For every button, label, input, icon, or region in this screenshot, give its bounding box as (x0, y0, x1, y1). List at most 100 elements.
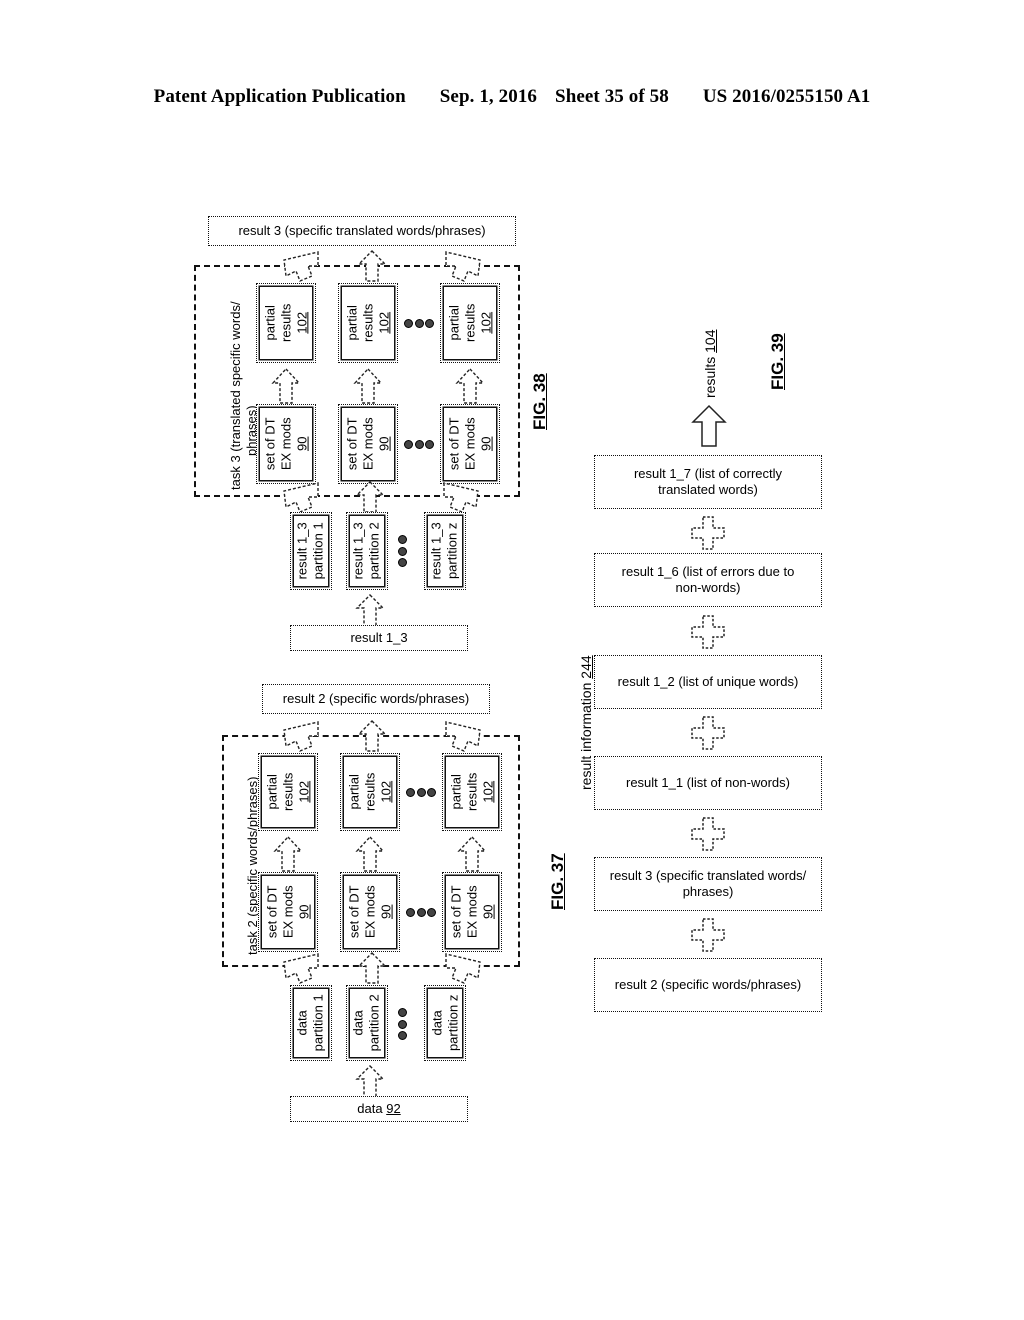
fig38-partition-ellipsis (398, 535, 407, 567)
header-number: US 2016/0255150 A1 (702, 86, 871, 107)
fig37-arrow-pr2-to-result (357, 720, 387, 752)
fig39-plus-connector-4 (690, 816, 726, 857)
fig38-result-partition-box-2: result 1_3 partition 2 (346, 512, 388, 590)
fig39-result-information-text: result information (578, 678, 594, 790)
fig38-dtex-mods-box-2: set of DT EX mods 90 (338, 404, 398, 484)
fig38-figure-label: FIG. 38 (530, 373, 549, 430)
fig38-partial-results-2-ref: 102 (375, 312, 391, 334)
fig37-partial-results-z-ref: 102 (479, 781, 495, 803)
fig37-arrow-part2-to-mod2 (357, 952, 387, 984)
fig38-result-partition-2-line2: partition 2 (367, 522, 382, 580)
fig39-box-result-1-2: result 1_2 (list of unique words) (594, 655, 822, 709)
fig38-arrow-mod1-to-pr1 (271, 367, 301, 404)
fig37-dtex-2-line1: set of DT (346, 885, 362, 939)
fig38-result-partition-box-1: result 1_3 partition 1 (290, 512, 332, 590)
fig38-partial-results-1-line1: partial (262, 305, 278, 341)
fig37-partial-results-2-line2: results (362, 772, 378, 812)
fig39-plus-connector-3 (690, 715, 726, 756)
header-sheet: Sheet 35 of 58 (555, 86, 669, 107)
fig38-dtex-1-line1: set of DT (262, 417, 278, 471)
fig37-partial-results-box-2: partial results 102 (340, 753, 400, 831)
fig37-arrow-pr1-to-result (278, 720, 320, 752)
fig37-data-source-label: data (357, 1100, 387, 1116)
fig37-data-partition-1-line2: partition 1 (311, 994, 326, 1052)
fig37-data-partition-box-z: data partition z (424, 985, 466, 1061)
fig37-dtex-z-ref: 90 (479, 904, 495, 920)
fig37-partial-results-1-line1: partial (264, 774, 280, 810)
fig37-data-partition-1-line1: data (295, 1010, 311, 1036)
fig37-arrow-mod1-to-pr1 (273, 835, 303, 872)
fig37-dtex-1-ref: 90 (295, 904, 311, 920)
fig38-dtex-2-line2: EX mods (360, 417, 376, 471)
fig37-dtex-mods-box-2: set of DT EX mods 90 (340, 872, 400, 952)
fig37-dtex-mods-box-1: set of DT EX mods 90 (258, 872, 318, 952)
fig37-data-partition-2-line1: data (351, 1010, 367, 1036)
fig37-partial-results-2-line1: partial (346, 774, 362, 810)
fig37-arrow-modz-to-prz (457, 835, 487, 872)
fig38-partial-results-1-line2: results (278, 303, 294, 343)
fig38-arrow-source-to-partitions (355, 594, 385, 628)
fig38-arrow-part1-to-mod1 (278, 481, 320, 513)
fig37-partial-results-ellipsis (406, 788, 436, 797)
fig37-partial-results-box-z: partial results 102 (442, 753, 502, 831)
fig37-dtex-2-ref: 90 (377, 904, 393, 920)
fig38-dtex-mods-box-1: set of DT EX mods 90 (256, 404, 316, 484)
fig38-dtex-2-ref: 90 (375, 436, 391, 452)
fig39-box-result-1-7: result 1_7 (list of correctly translated… (594, 455, 822, 509)
fig37-partial-results-z-line2: results (464, 772, 480, 812)
page-header: Patent Application Publication Sep. 1, 20… (0, 86, 1024, 108)
fig37-dtex-2-line2: EX mods (362, 885, 378, 939)
fig38-result-partition-1-line2: partition 1 (311, 522, 326, 580)
fig38-arrow-mod2-to-pr2 (353, 367, 383, 404)
fig38-arrow-pr1-to-result (278, 250, 320, 282)
fig38-partial-results-2-line1: partial (344, 305, 360, 341)
fig38-result-partition-2-line1: result 1_3 (351, 522, 367, 580)
fig38-result-partition-1-line1: result 1_3 (295, 522, 311, 580)
fig39-box-result-2-line1: result 2 (specific words/phrases) (614, 976, 802, 992)
fig38-result13-source-box: result 1_3 (290, 625, 468, 651)
fig37-partial-results-2-ref: 102 (377, 781, 393, 803)
fig39-box-result-1-1: result 1_1 (list of non-words) (594, 756, 822, 810)
fig37-data-source-ref: 92 (386, 1100, 401, 1116)
fig37-dtex-mods-box-z: set of DT EX mods 90 (442, 872, 502, 952)
fig39-plus-connector-1 (690, 515, 726, 556)
fig39-box-result-1-6-line1: result 1_6 (list of errors due to (621, 563, 795, 579)
fig39-box-result-1-6: result 1_6 (list of errors due to non-wo… (594, 553, 822, 607)
fig37-partial-results-1-ref: 102 (295, 781, 311, 803)
header-publication: Patent Application Publication (153, 86, 406, 107)
fig39-box-result-2: result 2 (specific words/phrases) (594, 958, 822, 1012)
fig39-box-result-1-7-line2: translated words) (658, 482, 758, 497)
fig38-dtex-mods-box-z: set of DT EX mods 90 (440, 404, 500, 484)
fig38-partial-results-box-z: partial results 102 (440, 283, 500, 363)
fig39-box-result-3-line2: phrases) (682, 884, 734, 899)
fig39-results-output-ref: 104 (702, 329, 718, 353)
fig39-plus-connector-5 (690, 917, 726, 958)
fig38-dtex-z-line2: EX mods (462, 417, 478, 471)
fig38-task-group-label-line1: task 3 (translated specific words/ (228, 301, 243, 490)
fig39-box-result-1-6-line2: non-words) (675, 580, 741, 595)
fig37-partial-results-1-line2: results (280, 772, 296, 812)
fig38-arrow-prz-to-result (444, 250, 486, 282)
fig37-data-partition-box-2: data partition 2 (346, 985, 388, 1061)
fig39-arrow-to-results (691, 404, 727, 447)
fig38-partial-results-ellipsis (404, 319, 434, 328)
fig38-result-partition-z-line1: result 1_3 (429, 522, 445, 580)
fig39-box-result-1-7-line1: result 1_7 (list of correctly (633, 465, 783, 481)
fig38-result-partition-box-z: result 1_3 partition z (424, 512, 466, 590)
fig37-data-partition-ellipsis (398, 1008, 407, 1040)
fig38-arrow-modz-to-prz (455, 367, 485, 404)
fig39-box-result-3: result 3 (specific translated words/ phr… (594, 857, 822, 911)
fig38-result3-box: result 3 (specific translated words/phra… (208, 216, 516, 246)
fig38-dtex-z-line1: set of DT (446, 417, 462, 471)
fig37-data-partition-2-line2: partition 2 (367, 994, 382, 1052)
fig37-result2-box: result 2 (specific words/phrases) (262, 684, 490, 714)
fig38-partial-results-z-line1: partial (446, 305, 462, 341)
fig38-dtex-2-line1: set of DT (344, 417, 360, 471)
fig37-arrow-data-to-partitions (355, 1065, 385, 1099)
fig38-partial-results-z-ref: 102 (477, 312, 493, 334)
fig38-dtex-1-line2: EX mods (278, 417, 294, 471)
fig37-data-source-box: data 92 (290, 1096, 468, 1122)
fig38-partial-results-box-2: partial results 102 (338, 283, 398, 363)
fig38-dtex-z-ref: 90 (477, 436, 493, 452)
fig37-dtex-z-line2: EX mods (464, 885, 480, 939)
